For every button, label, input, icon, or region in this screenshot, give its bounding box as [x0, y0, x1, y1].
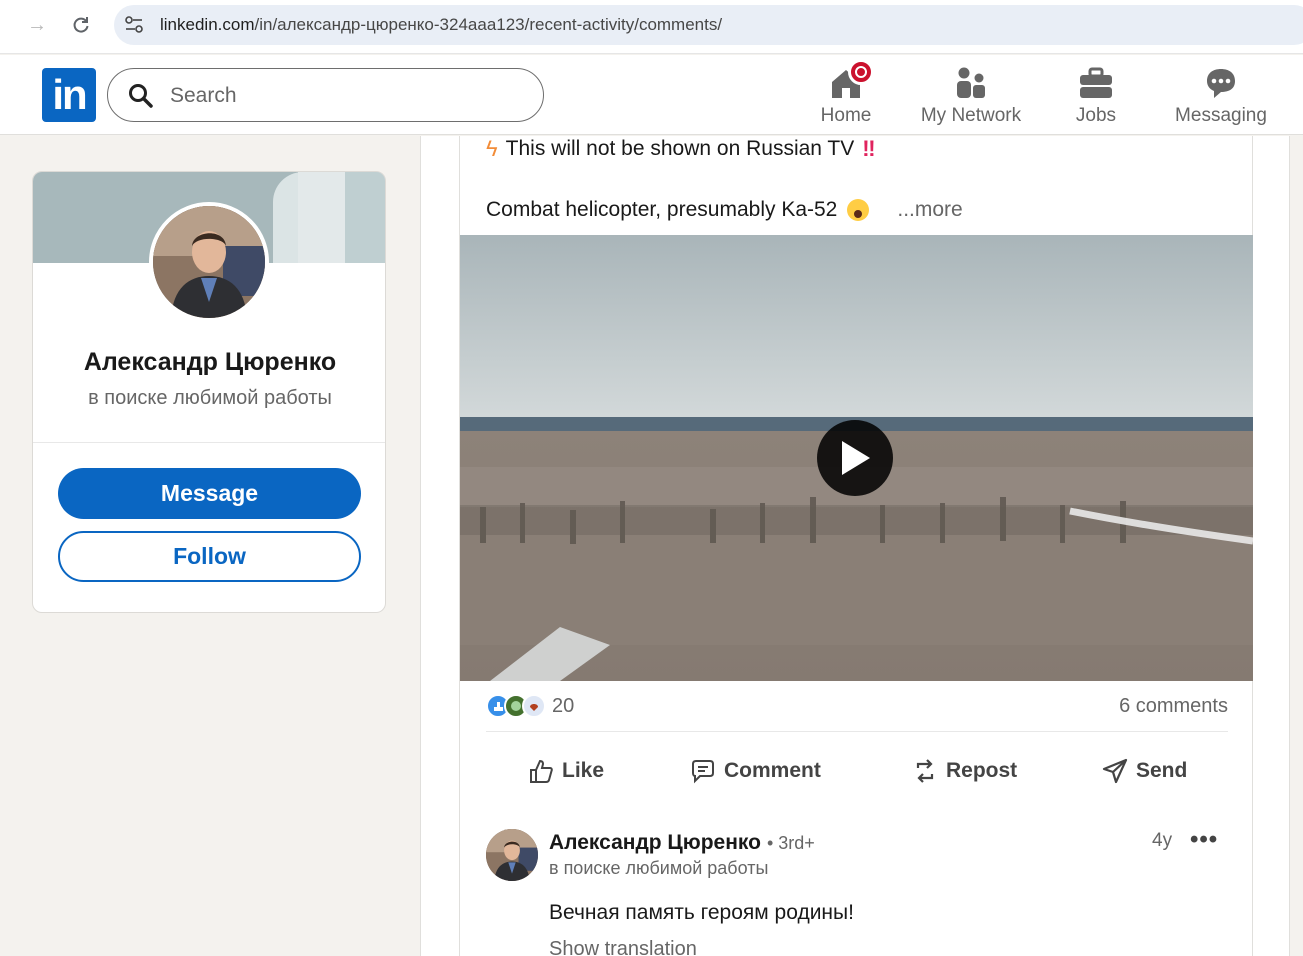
see-more-link[interactable]: ...more — [897, 198, 962, 222]
notification-badge — [848, 59, 874, 85]
post-actions: Like Comment Repost Send — [486, 748, 1228, 794]
follow-button[interactable]: Follow — [58, 531, 361, 582]
post-text-line-1: ϟ This will not be shown on Russian TV ‼ — [486, 136, 876, 162]
comment-text: Вечная память героям родины! — [549, 901, 854, 924]
actions-divider — [486, 731, 1228, 732]
address-bar[interactable]: linkedin.com/in/александр-цюренко-324aaa… — [114, 5, 1303, 45]
profile-tagline: в поиске любимой работы — [88, 387, 332, 409]
show-translation-link[interactable]: Show translation — [549, 938, 697, 956]
url-text: linkedin.com/in/александр-цюренко-324aaa… — [160, 15, 722, 35]
post-card: ϟ This will not be shown on Russian TV ‼… — [459, 136, 1253, 956]
profile-name[interactable]: Александр Цюренко — [33, 348, 385, 377]
nav-my-network-label: My Network — [920, 105, 1022, 126]
search-icon — [129, 84, 153, 108]
search-input[interactable] — [170, 79, 510, 113]
url-host: linkedin.com — [160, 15, 255, 34]
comments-count[interactable]: 6 comments — [1119, 695, 1228, 718]
reactions-icons[interactable] — [486, 694, 546, 718]
comment-icon — [692, 760, 714, 784]
messaging-icon — [1203, 65, 1239, 101]
comment-author-avatar[interactable] — [486, 829, 538, 881]
post-text-line-1-content: This will not be shown on Russian TV — [505, 137, 855, 160]
connection-degree: • 3rd+ — [766, 833, 815, 853]
message-button[interactable]: Message — [58, 468, 361, 519]
lightning-icon: ϟ — [486, 136, 498, 161]
post-text-line-2: Combat helicopter, presumably Ka-52 ...m… — [486, 198, 963, 222]
search-box[interactable] — [107, 68, 544, 122]
home-icon — [828, 59, 874, 101]
repost-label: Repost — [946, 759, 1018, 782]
comment-label: Comment — [724, 759, 821, 782]
comment-button[interactable]: Comment — [690, 748, 821, 794]
nav-home[interactable]: Home — [808, 55, 884, 135]
send-button[interactable]: Send — [1102, 748, 1187, 794]
nav-jobs[interactable]: Jobs — [1066, 55, 1126, 135]
profile-avatar[interactable] — [149, 202, 269, 322]
like-label: Like — [562, 759, 605, 782]
like-button[interactable]: Like — [528, 748, 604, 794]
post-video[interactable] — [460, 235, 1253, 681]
comment-author-name[interactable]: Александр Цюренко • 3rd+ — [549, 831, 815, 855]
send-label: Send — [1136, 759, 1188, 782]
comment-author-text: Александр Цюренко — [549, 831, 761, 854]
repost-icon — [916, 759, 934, 783]
browser-toolbar: → linkedin.com/in/александр-цюренко-324a… — [0, 0, 1303, 54]
url-path: /in/александр-цюренко-324aaa123/recent-a… — [254, 15, 723, 34]
profile-card: Александр Цюренко в поиске любимой работ… — [32, 171, 386, 613]
comment-timestamp: 4y — [1152, 830, 1173, 851]
comment-menu-icon[interactable]: ••• — [1190, 826, 1218, 854]
briefcase-icon — [1078, 65, 1114, 101]
send-icon — [1102, 758, 1128, 784]
network-icon — [953, 65, 989, 101]
nav-jobs-label: Jobs — [1075, 105, 1117, 126]
social-counts: 20 6 comments — [486, 692, 1228, 722]
linkedin-header: in Home My Network Jobs Messaging — [0, 55, 1303, 135]
double-exclamation-icon: ‼ — [862, 136, 876, 161]
play-button[interactable] — [817, 420, 893, 496]
nav-my-network[interactable]: My Network — [918, 55, 1024, 135]
play-icon — [842, 441, 870, 475]
nav-messaging-label: Messaging — [1175, 105, 1267, 126]
linkedin-logo[interactable]: in — [42, 68, 96, 122]
back-arrow-icon[interactable]: → — [22, 10, 52, 40]
thumbs-up-icon — [530, 759, 553, 783]
nav-home-label: Home — [820, 105, 872, 126]
activity-feed: ϟ This will not be shown on Russian TV ‼… — [420, 136, 1290, 956]
site-settings-icon[interactable] — [124, 16, 144, 34]
post-text-line-2-content: Combat helicopter, presumably Ka-52 — [486, 198, 838, 221]
reload-icon[interactable] — [66, 10, 96, 40]
comment-author-tagline: в поиске любимой работы — [549, 858, 769, 878]
card-divider — [33, 442, 385, 443]
reactions-count[interactable]: 20 — [552, 695, 574, 718]
scared-face-emoji — [847, 199, 870, 221]
nav-messaging[interactable]: Messaging — [1173, 55, 1269, 135]
comment-item: Александр Цюренко • 3rd+ в поиске любимой… — [460, 826, 1253, 956]
repost-button[interactable]: Repost — [912, 748, 1017, 794]
